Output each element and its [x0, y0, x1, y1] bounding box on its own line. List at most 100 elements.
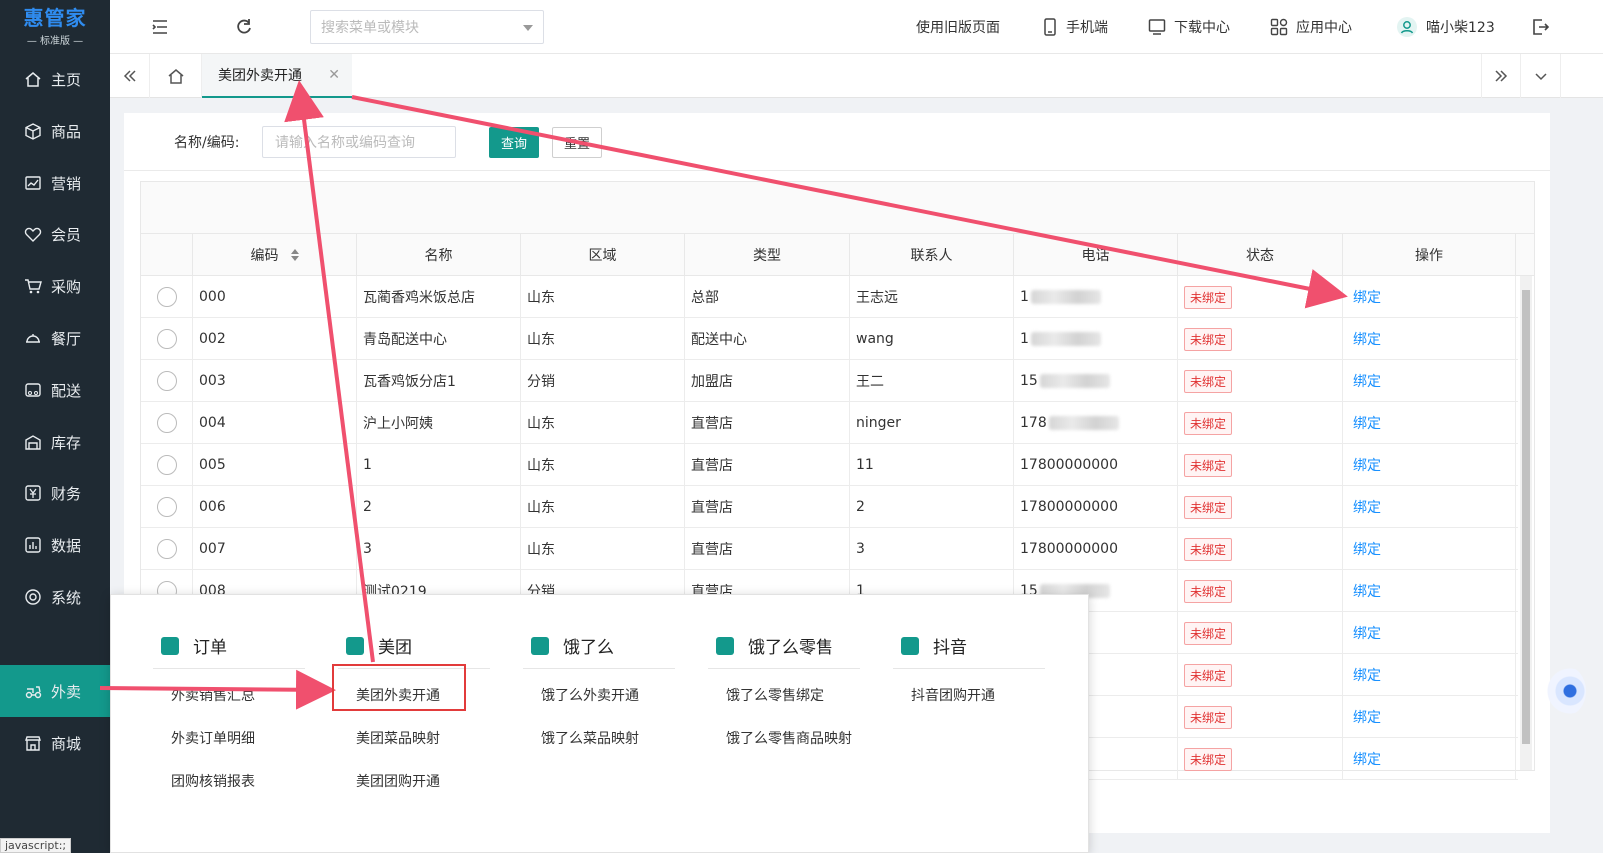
column-header: 电话	[1014, 234, 1178, 276]
column-header-label: 名称	[424, 248, 453, 264]
table-cell: 3	[357, 528, 521, 570]
row-radio[interactable]	[156, 329, 177, 349]
row-radio[interactable]	[156, 497, 177, 517]
user-menu[interactable]: 喵小柴123	[1396, 0, 1495, 54]
table-row[interactable]: 002 青岛配送中心 山东 配送中心 wang 1 未绑定 绑定	[141, 318, 1518, 360]
cell-text: 直营店	[691, 458, 733, 474]
app-center-link[interactable]: 应用中心	[1270, 0, 1352, 54]
table-row[interactable]: 004 沪上小阿姨 山东 直营店 ninger 178 未绑定 绑定	[141, 402, 1518, 444]
row-radio[interactable]	[156, 413, 177, 433]
bind-link[interactable]: 绑定	[1353, 623, 1381, 643]
sidebar-item-11[interactable]: 外卖	[0, 665, 110, 717]
table-cell: 总部	[685, 276, 850, 318]
table-row[interactable]: 003 瓦香鸡饭分店1 分销 加盟店 王二 15 未绑定 绑定	[141, 360, 1518, 402]
table-row[interactable]: 006 2 山东 直营店 2 17800000000 未绑定 绑定	[141, 486, 1518, 528]
submenu-item[interactable]: 团购核销报表	[153, 759, 305, 802]
logo[interactable]: 惠管家 — 标准版 —	[0, 0, 110, 48]
submenu-group-title: 订单	[153, 631, 305, 669]
refresh-icon[interactable]	[234, 17, 254, 37]
sidebar-item-6[interactable]: 配送	[0, 364, 110, 416]
tab-menu-button[interactable]	[1521, 54, 1561, 98]
bind-link[interactable]: 绑定	[1353, 539, 1381, 559]
query-button[interactable]: 查询	[489, 127, 539, 158]
sidebar-item-8[interactable]: 财务	[0, 467, 110, 519]
tab-bar: 美团外卖开通 ✕	[110, 54, 1603, 98]
sidebar-item-1[interactable]: 商品	[0, 105, 110, 157]
column-header-label: 区域	[588, 248, 617, 264]
table-row[interactable]: 005 1 山东 直营店 11 17800000000 未绑定 绑定	[141, 444, 1518, 486]
cell-text: ninger	[856, 415, 901, 431]
sidebar-item-5[interactable]: 餐厅	[0, 312, 110, 364]
sort-icon[interactable]	[290, 249, 299, 261]
sidebar-item-2[interactable]: 营销	[0, 157, 110, 209]
bind-link[interactable]: 绑定	[1353, 497, 1381, 517]
row-radio[interactable]	[156, 539, 177, 559]
mobile-link[interactable]: 手机端	[1042, 0, 1108, 54]
sidebar-item-7[interactable]: 库存	[0, 416, 110, 468]
menu-search-select[interactable]: 搜索菜单或模块	[310, 10, 544, 44]
status-badge: 未绑定	[1184, 663, 1233, 687]
submenu-item[interactable]: 饿了么外卖开通	[523, 673, 675, 716]
double-chevron-right-icon	[1495, 70, 1508, 82]
name-code-search-input[interactable]: 请输入名称或编码查询	[262, 126, 456, 158]
sidebar-item-12[interactable]: 商城	[0, 717, 110, 769]
status-badge: 未绑定	[1184, 285, 1233, 309]
submenu-item[interactable]: 饿了么零售商品映射	[708, 716, 860, 759]
submenu-item[interactable]: 美团菜品映射	[338, 716, 490, 759]
table-cell: 1	[1014, 318, 1178, 360]
download-center-link[interactable]: 下载中心	[1148, 0, 1230, 54]
table-scrollbar[interactable]	[1520, 276, 1532, 770]
bind-link[interactable]: 绑定	[1353, 749, 1381, 769]
bind-link[interactable]: 绑定	[1353, 455, 1381, 475]
double-chevron-left-icon	[123, 70, 136, 82]
submenu-item[interactable]: 美团团购开通	[338, 759, 490, 802]
submenu-item[interactable]: 外卖订单明细	[153, 716, 305, 759]
status-badge: 未绑定	[1184, 327, 1233, 351]
tab-meituan-takeout[interactable]: 美团外卖开通 ✕	[202, 54, 352, 98]
cell-text: 1	[363, 457, 372, 473]
user-avatar-icon	[1397, 17, 1417, 37]
floating-assistant-icon[interactable]	[1546, 666, 1586, 716]
sidebar-item-0[interactable]: 主页	[0, 53, 110, 105]
close-icon[interactable]: ✕	[328, 67, 340, 83]
old-page-link[interactable]: 使用旧版页面	[916, 0, 1000, 54]
table-cell: 王志远	[850, 276, 1014, 318]
reset-button[interactable]: 重置	[552, 127, 602, 158]
sidebar-item-10[interactable]: 系统	[0, 571, 110, 623]
row-radio[interactable]	[156, 371, 177, 391]
scrollbar-thumb[interactable]	[1522, 290, 1530, 744]
bind-link[interactable]: 绑定	[1353, 707, 1381, 727]
phone-mask	[1039, 374, 1110, 388]
table-cell: 15	[1014, 360, 1178, 402]
submenu-item[interactable]: 饿了么零售绑定	[708, 673, 860, 716]
logout-icon[interactable]	[1530, 17, 1550, 37]
table-cell: 未绑定	[1178, 318, 1343, 360]
douyin-icon	[901, 636, 919, 655]
sidebar-item-3[interactable]: 会员	[0, 208, 110, 260]
bind-link[interactable]: 绑定	[1353, 413, 1381, 433]
row-radio[interactable]	[156, 455, 177, 475]
bind-link[interactable]: 绑定	[1353, 329, 1381, 349]
tab-scroll-right-button[interactable]	[1481, 54, 1521, 98]
row-radio[interactable]	[156, 287, 177, 307]
submenu-item[interactable]: 外卖销售汇总	[153, 673, 305, 716]
group-title-label: 美团	[378, 638, 412, 658]
bind-link[interactable]: 绑定	[1353, 371, 1381, 391]
sidebar-item-4[interactable]: 采购	[0, 260, 110, 312]
group-title-label: 订单	[193, 638, 227, 658]
cell-text: 青岛配送中心	[363, 332, 447, 348]
top-header: 搜索菜单或模块 使用旧版页面 手机端 下载中心 应用中心 喵小柴123	[110, 0, 1603, 54]
tab-scroll-left-button[interactable]	[110, 54, 150, 98]
bind-link[interactable]: 绑定	[1353, 665, 1381, 685]
submenu-item[interactable]: 饿了么菜品映射	[523, 716, 675, 759]
tab-home-button[interactable]	[150, 54, 202, 98]
table-row[interactable]: 007 3 山东 直营店 3 17800000000 未绑定 绑定	[141, 528, 1518, 570]
bind-link[interactable]: 绑定	[1353, 581, 1381, 601]
submenu-item[interactable]: 抖音团购开通	[893, 673, 1045, 716]
menu-collapse-icon[interactable]	[150, 17, 170, 37]
column-header[interactable]: 编码	[193, 234, 357, 276]
sidebar-item-9[interactable]: 数据	[0, 519, 110, 571]
bind-link[interactable]: 绑定	[1353, 287, 1381, 307]
table-row[interactable]: 000 瓦蔺香鸡米饭总店 山东 总部 王志远 1 未绑定 绑定	[141, 276, 1518, 318]
table-header: 编码 名称 区域 类型 联系人 电话 状态 操作	[141, 234, 1534, 276]
